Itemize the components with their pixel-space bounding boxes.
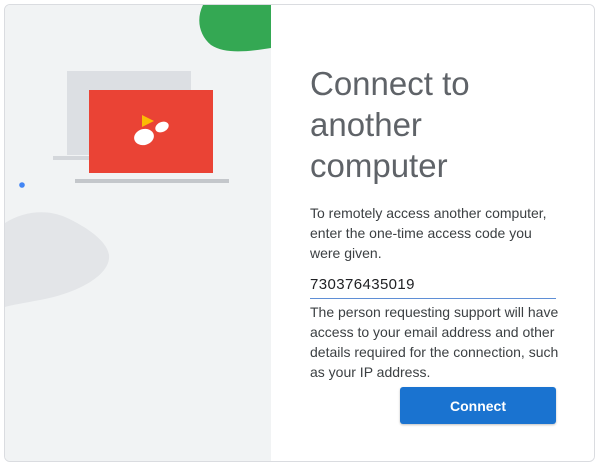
blue-dot — [19, 182, 25, 188]
access-code-field — [310, 271, 556, 299]
illustration-panel — [5, 5, 271, 461]
remote-desktop-illustration — [5, 5, 271, 307]
dialog-description: To remotely access another computer, ent… — [310, 205, 547, 261]
privacy-notice: The person requesting support will have … — [310, 304, 559, 380]
access-code-input[interactable] — [310, 271, 556, 297]
gray-blob — [5, 212, 110, 307]
laptop-base — [75, 179, 229, 183]
connect-form-panel: Connect to another computer To remotely … — [271, 5, 594, 461]
green-blob — [199, 5, 271, 52]
dialog-title: Connect to another computer — [310, 65, 470, 184]
connect-dialog: Connect to another computer To remotely … — [4, 4, 595, 462]
connect-button[interactable]: Connect — [400, 387, 556, 424]
